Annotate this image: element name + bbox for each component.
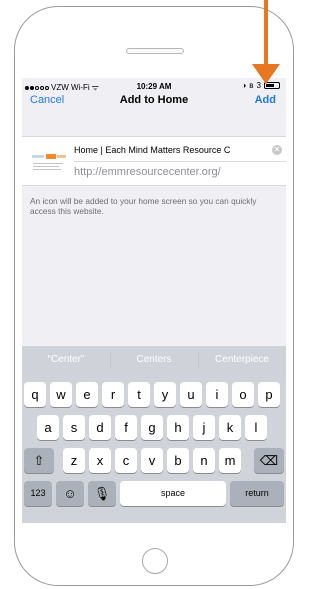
add-button[interactable]: Add: [255, 94, 276, 106]
key-h[interactable]: h: [167, 415, 189, 440]
key-w[interactable]: w: [50, 382, 72, 407]
bookmark-url: http://emmresourcecenter.org/: [74, 166, 221, 178]
home-button[interactable]: [142, 548, 168, 574]
key-k[interactable]: k: [219, 415, 241, 440]
page-title: Add to Home: [119, 94, 189, 106]
key-m[interactable]: m: [219, 448, 241, 473]
key-g[interactable]: g: [141, 415, 163, 440]
key-e[interactable]: e: [76, 382, 98, 407]
key-x[interactable]: x: [89, 448, 111, 473]
key-t[interactable]: t: [128, 382, 150, 407]
key-v[interactable]: v: [141, 448, 163, 473]
bookmark-title-input[interactable]: Home | Each Mind Matters Resource C: [74, 142, 276, 160]
emoji-key[interactable]: ☺: [56, 481, 84, 506]
backspace-key[interactable]: ⌫: [254, 448, 284, 473]
info-text: An icon will be added to your home scree…: [30, 196, 257, 216]
key-o[interactable]: o: [232, 382, 254, 407]
phone-screen: VZW Wi-Fi ᯤ 10:29 AM ◑ ʙ 3 Cancel Add to…: [22, 78, 286, 523]
speaker-grille: [126, 48, 184, 54]
key-i[interactable]: i: [206, 382, 228, 407]
key-y[interactable]: y: [154, 382, 176, 407]
key-b[interactable]: b: [167, 448, 189, 473]
clear-icon[interactable]: ✕: [272, 145, 282, 155]
key-q[interactable]: q: [24, 382, 46, 407]
bluetooth-icon: ʙ: [249, 81, 254, 90]
bookmark-card: Home | Each Mind Matters Resource C ✕ ht…: [22, 136, 286, 186]
space-key[interactable]: space: [120, 481, 226, 506]
key-s[interactable]: s: [63, 415, 85, 440]
shift-key[interactable]: ⇧: [24, 448, 54, 473]
prediction-2[interactable]: Centers: [110, 354, 198, 365]
prediction-3[interactable]: Centerpiece: [198, 354, 286, 365]
prediction-1[interactable]: “Center”: [22, 354, 110, 365]
key-l[interactable]: l: [245, 415, 267, 440]
nav-bar: Cancel Add to Home Add: [22, 90, 286, 112]
moon-icon: ◑: [241, 81, 247, 90]
key-u[interactable]: u: [180, 382, 202, 407]
key-j[interactable]: j: [193, 415, 215, 440]
site-thumbnail: [30, 143, 68, 181]
key-c[interactable]: c: [115, 448, 137, 473]
key-p[interactable]: p: [258, 382, 280, 407]
key-a[interactable]: a: [37, 415, 59, 440]
key-z[interactable]: z: [63, 448, 85, 473]
key-d[interactable]: d: [89, 415, 111, 440]
predictive-bar: “Center” Centers Centerpiece: [22, 346, 286, 374]
battery-icon: [264, 82, 280, 89]
field-divider: [74, 161, 286, 162]
bookmark-title-text: Home | Each Mind Matters Resource C: [74, 145, 231, 155]
battery-percent: 3: [256, 81, 261, 90]
key-f[interactable]: f: [115, 415, 137, 440]
keyboard: “Center” Centers Centerpiece q w e r t y…: [22, 346, 286, 523]
key-r[interactable]: r: [102, 382, 124, 407]
microphone-key[interactable]: 🎙: [88, 481, 116, 506]
return-key[interactable]: return: [230, 481, 284, 506]
status-right: ◑ ʙ 3: [241, 81, 280, 90]
numbers-key[interactable]: 123: [24, 481, 52, 506]
key-n[interactable]: n: [193, 448, 215, 473]
